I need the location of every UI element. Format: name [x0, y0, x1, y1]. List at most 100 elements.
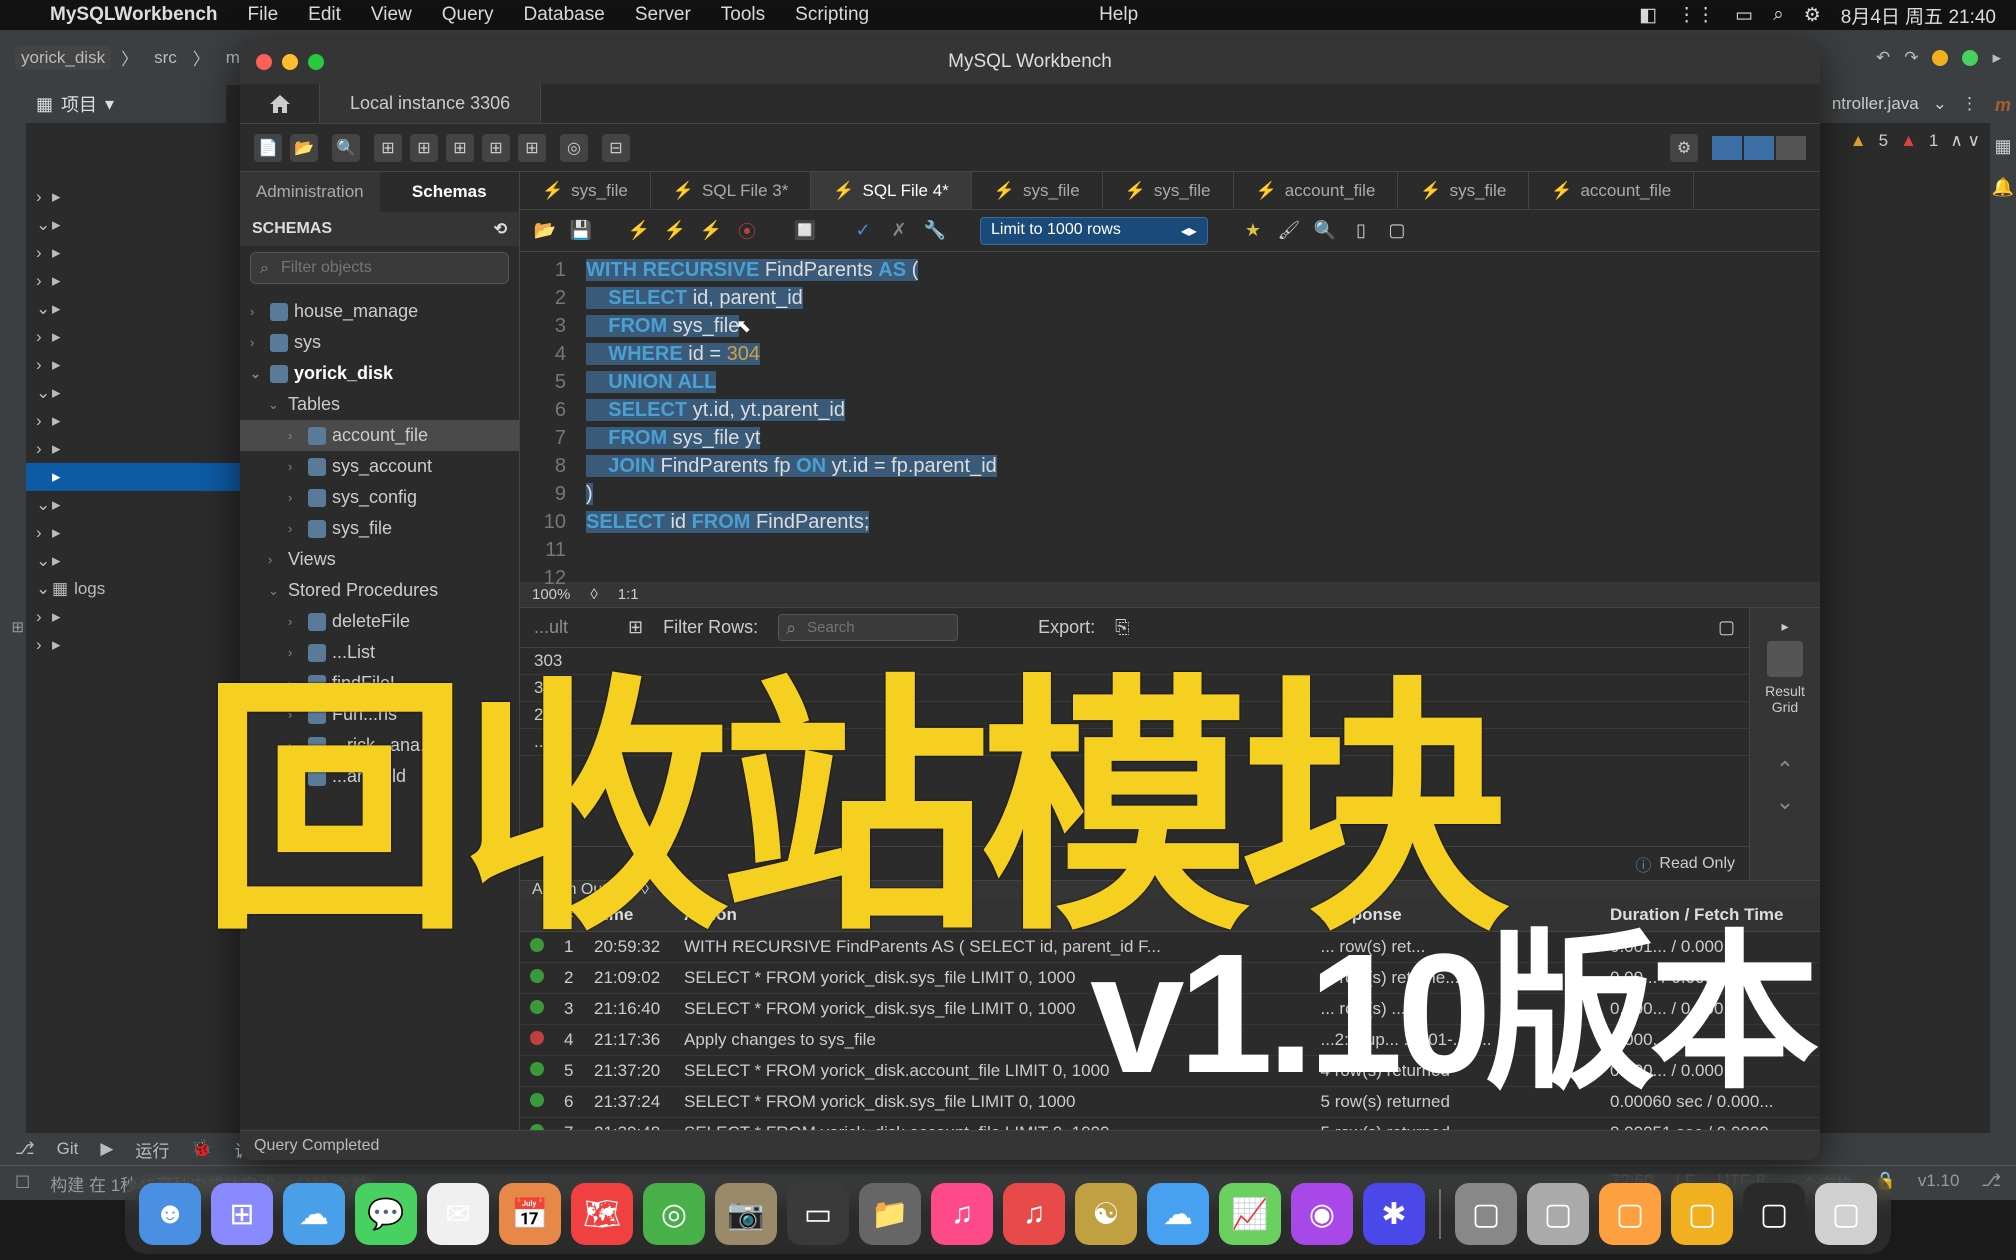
dock-app[interactable]: ♫: [931, 1183, 993, 1245]
sql-tab[interactable]: ⚡sys_file: [1103, 172, 1234, 209]
sql-tab[interactable]: ⚡SQL File 3*: [651, 172, 811, 209]
dock-app[interactable]: 📷: [715, 1183, 777, 1245]
tool-icon[interactable]: ▢: [1384, 218, 1410, 244]
battery-icon[interactable]: ▭: [1735, 4, 1753, 27]
limit-select[interactable]: Limit to 1000 rows◂▸: [980, 217, 1208, 245]
menu-help[interactable]: Help: [1099, 4, 1138, 26]
dock-app[interactable]: 📅: [499, 1183, 561, 1245]
stop-icon[interactable]: ⦿: [734, 218, 760, 244]
tree-node[interactable]: ⌄yorick_disk: [240, 358, 519, 389]
maven-icon[interactable]: m: [1995, 95, 2011, 116]
branch-icon[interactable]: ⎇: [1981, 1171, 2001, 1196]
beautify-icon[interactable]: ★: [1240, 218, 1266, 244]
tool-icon[interactable]: ⊞: [446, 134, 474, 162]
more-icon[interactable]: ⋮: [1961, 94, 1978, 114]
close-button[interactable]: [256, 54, 272, 70]
dock-app[interactable]: 💬: [355, 1183, 417, 1245]
tool-icon[interactable]: 🔧: [922, 218, 948, 244]
dock-app[interactable]: ✱: [1363, 1183, 1425, 1245]
menu-database[interactable]: Database: [523, 4, 604, 26]
menu-server[interactable]: Server: [635, 4, 691, 26]
refresh-icon[interactable]: ⟲: [494, 219, 507, 239]
dock-app[interactable]: ▢: [1455, 1183, 1517, 1245]
tool-icon[interactable]: ◎: [560, 134, 588, 162]
ide-bell-icon[interactable]: 🔔: [1992, 177, 2014, 198]
dock-app[interactable]: ☁: [1147, 1183, 1209, 1245]
dock-app[interactable]: ☻: [139, 1183, 201, 1245]
result-grid-label[interactable]: Result Grid: [1750, 683, 1820, 715]
tool-icon[interactable]: ✗: [886, 218, 912, 244]
clock[interactable]: 8月4日 周五 21:40: [1841, 2, 1996, 29]
ide-back-icon[interactable]: ↶: [1876, 48, 1890, 68]
dock-app[interactable]: ▢: [1527, 1183, 1589, 1245]
tree-node[interactable]: ›sys_config: [240, 482, 519, 513]
ide-more-icon[interactable]: ▸: [1992, 48, 2001, 68]
dock-app[interactable]: 📁: [859, 1183, 921, 1245]
explain-icon[interactable]: ⚡: [698, 218, 724, 244]
git-icon[interactable]: ⎇: [15, 1139, 35, 1159]
wb-titlebar[interactable]: MySQL Workbench: [240, 40, 1820, 84]
dock-app[interactable]: ▢: [1743, 1183, 1805, 1245]
dock-app[interactable]: ▢: [1815, 1183, 1877, 1245]
search-icon[interactable]: ⌕: [1773, 4, 1784, 26]
tree-node[interactable]: ›Views: [240, 544, 519, 575]
dock-app[interactable]: ✉: [427, 1183, 489, 1245]
sql-tab[interactable]: ⚡account_file: [1234, 172, 1399, 209]
tool-icon[interactable]: 🖌: [1276, 218, 1302, 244]
ide-current-file[interactable]: ntroller.java: [1832, 94, 1919, 114]
sql-tab[interactable]: ⚡sys_file: [520, 172, 651, 209]
settings-icon[interactable]: ⚙: [1670, 134, 1698, 162]
sql-editor[interactable]: 123456789101112 ⬉ WITH RECURSIVE FindPar…: [520, 252, 1820, 582]
find-icon[interactable]: 🔍: [1312, 218, 1338, 244]
version[interactable]: v1.10: [1918, 1171, 1960, 1196]
tree-node[interactable]: ›sys_account: [240, 451, 519, 482]
filter-input[interactable]: [250, 252, 509, 284]
chevron-down-icon[interactable]: ⌄: [1933, 94, 1947, 114]
control-center-icon[interactable]: ⚙: [1804, 4, 1821, 27]
dock-app[interactable]: 📈: [1219, 1183, 1281, 1245]
tree-node[interactable]: ⌄Tables: [240, 389, 519, 420]
dock-app[interactable]: ▢: [1599, 1183, 1661, 1245]
dock-app[interactable]: ♫: [1003, 1183, 1065, 1245]
ide-status-icon[interactable]: [1962, 50, 1978, 66]
bottom-panel-toggle[interactable]: [1744, 136, 1774, 160]
wrap-icon[interactable]: ▢: [1718, 617, 1735, 638]
execute-icon[interactable]: ⚡: [626, 218, 652, 244]
sql-tab[interactable]: ⚡sys_file: [972, 172, 1103, 209]
wifi-icon[interactable]: ⋮⋮: [1677, 4, 1715, 27]
tree-node[interactable]: ›house_manage: [240, 296, 519, 327]
status-icon[interactable]: ◧: [1639, 4, 1657, 27]
menu-query[interactable]: Query: [442, 4, 494, 26]
minimize-button[interactable]: [282, 54, 298, 70]
tool-icon[interactable]: ⊟: [602, 134, 630, 162]
inspector-icon[interactable]: 🔍: [332, 134, 360, 162]
dock-app[interactable]: 🗺: [571, 1183, 633, 1245]
sql-tab[interactable]: ⚡account_file: [1529, 172, 1694, 209]
home-tab[interactable]: [240, 84, 320, 123]
tool-icon[interactable]: ⊞: [374, 134, 402, 162]
tool-icon[interactable]: ✓: [850, 218, 876, 244]
menu-view[interactable]: View: [371, 4, 412, 26]
tool-icon[interactable]: ⊞: [410, 134, 438, 162]
sql-tab[interactable]: ⚡SQL File 4*: [811, 172, 971, 209]
breadcrumb-root[interactable]: yorick_disk: [15, 46, 111, 70]
dock-app[interactable]: ▭: [787, 1183, 849, 1245]
ide-fwd-icon[interactable]: ↷: [1904, 48, 1918, 68]
tree-node[interactable]: ›sys_file: [240, 513, 519, 544]
new-sql-icon[interactable]: 📄: [254, 134, 282, 162]
tree-node[interactable]: ›account_file: [240, 420, 519, 451]
menu-edit[interactable]: Edit: [308, 4, 341, 26]
dock-app[interactable]: ◉: [1291, 1183, 1353, 1245]
ide-run-icon[interactable]: [1932, 50, 1948, 66]
menu-file[interactable]: File: [248, 4, 279, 26]
debug-icon[interactable]: 🐞: [191, 1139, 212, 1159]
dock-app[interactable]: ☁: [283, 1183, 345, 1245]
menu-scripting[interactable]: Scripting: [795, 4, 869, 26]
tool-icon[interactable]: ▯: [1348, 218, 1374, 244]
tab-schemas[interactable]: Schemas: [380, 172, 520, 212]
menu-tools[interactable]: Tools: [721, 4, 765, 26]
sql-tab[interactable]: ⚡sys_file: [1398, 172, 1529, 209]
dock-app[interactable]: ⊞: [211, 1183, 273, 1245]
scroll-down-icon[interactable]: ⌄: [1776, 789, 1794, 815]
dock-app[interactable]: ☯: [1075, 1183, 1137, 1245]
